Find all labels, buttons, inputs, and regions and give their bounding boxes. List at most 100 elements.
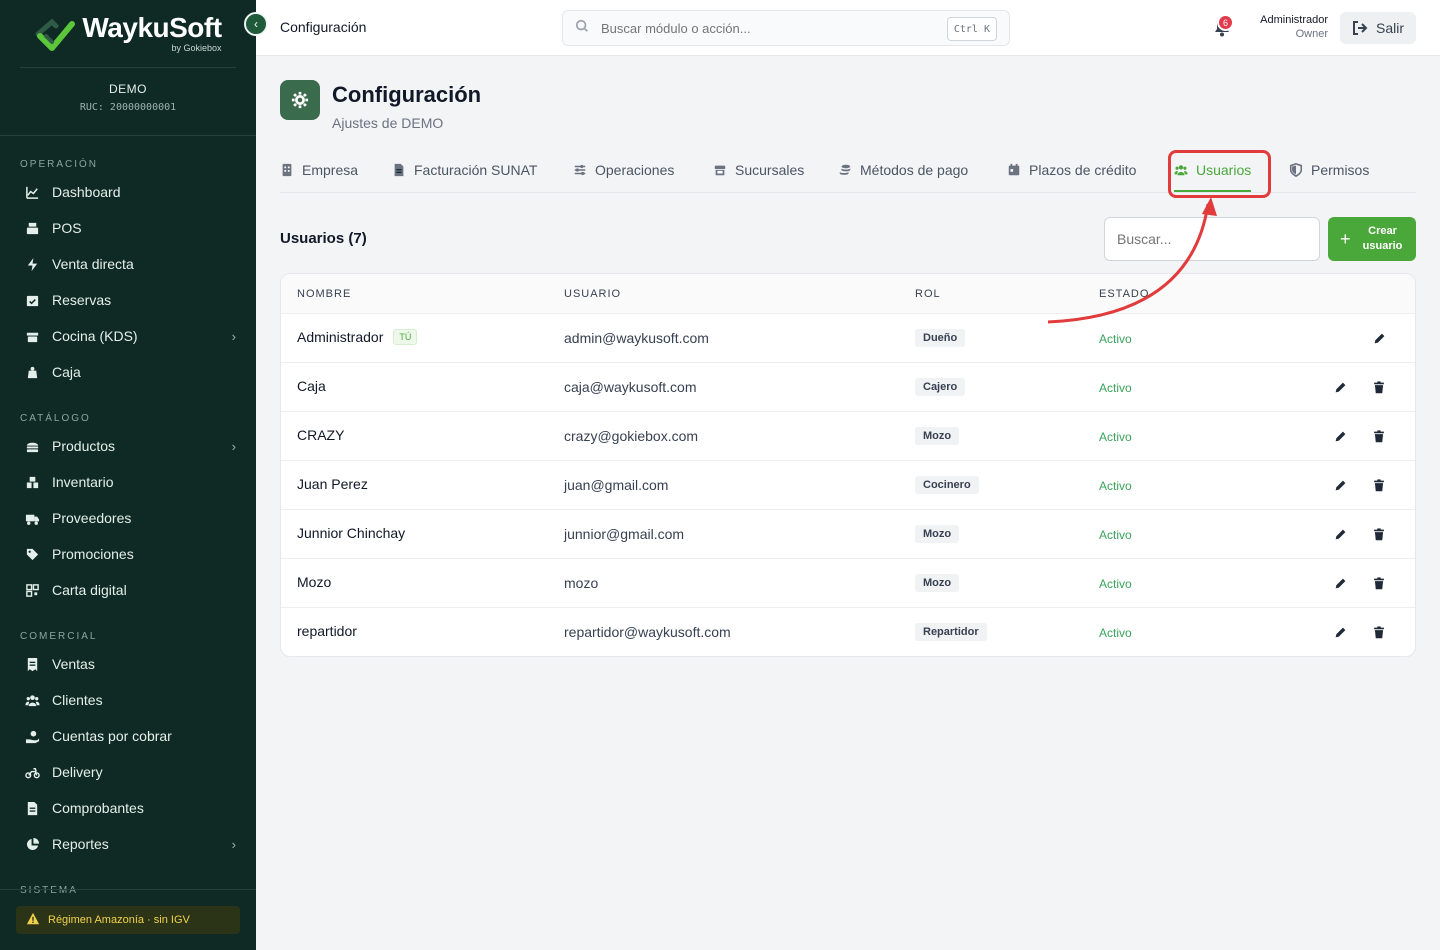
user-display-name: CRAZY [297,427,345,443]
tab-facturacion-sunat[interactable]: Facturación SUNAT [392,148,537,192]
sidebar-item-proveedores[interactable]: Proveedores [0,500,256,536]
user-menu[interactable]: Administrador Owner [1260,13,1328,42]
notification-count-badge: 6 [1217,14,1234,31]
main-content: Configuración Ajustes de DEMO Empresa Fac… [256,56,1440,950]
store-icon [713,163,727,177]
role-badge: Mozo [915,427,960,445]
trash-icon[interactable] [1371,428,1387,444]
status-text: Activo [1099,626,1132,640]
sidebar-item-pos[interactable]: POS [0,210,256,246]
sidebar-item-cuentas-por-cobrar[interactable]: Cuentas por cobrar [0,718,256,754]
tab-sucursales[interactable]: Sucursales [713,148,804,192]
table-row: Mozo mozo Mozo Activo [281,559,1415,608]
chevron-right-icon: › [231,836,236,852]
edit-icon[interactable] [1332,379,1348,395]
user-role: Owner [1295,28,1328,41]
collapse-sidebar-button[interactable]: ‹ [244,12,268,36]
status-text: Activo [1099,381,1132,395]
edit-icon[interactable] [1332,477,1348,493]
sidebar-item-ventas[interactable]: Ventas [0,646,256,682]
motorcycle-icon [24,764,40,780]
global-search[interactable]: Ctrl K [562,10,1010,46]
create-user-button[interactable]: + Crear usuario [1328,217,1416,261]
user-display-name: repartidor [297,623,357,639]
cash-register-icon [24,220,40,236]
trash-icon[interactable] [1371,379,1387,395]
user-login-cell: caja@waykusoft.com [564,379,697,395]
brand-logo[interactable]: WaykuSoft by Gokiebox [20,0,236,68]
pie-chart-icon [24,836,40,852]
edit-icon[interactable] [1332,624,1348,640]
sidebar-item-delivery[interactable]: Delivery [0,754,256,790]
sidebar-item-reservas[interactable]: Reservas [0,282,256,318]
sidebar-section-title: SISTEMA [20,885,78,896]
file-invoice-icon [392,163,406,177]
sidebar-item-label: Cuentas por cobrar [52,728,172,744]
user-login-cell: mozo [564,575,599,591]
calendar-check-icon [24,292,40,308]
logout-button[interactable]: Salir [1340,12,1416,44]
sidebar-item-label: Caja [52,364,81,380]
sidebar-item-label: Proveedores [52,510,132,526]
sidebar-item-label: Ventas [52,656,95,672]
trash-icon[interactable] [1371,526,1387,542]
boxes-icon [24,474,40,490]
edit-icon[interactable] [1332,526,1348,542]
sidebar-item-dashboard[interactable]: Dashboard [0,174,256,210]
sidebar-item-reportes[interactable]: Reportes › [0,826,256,862]
trash-icon[interactable] [1371,575,1387,591]
chevron-right-icon: › [231,328,236,344]
user-login-cell: crazy@gokiebox.com [564,428,699,444]
calendar-icon [1007,163,1021,177]
sidebar-item-promociones[interactable]: Promociones [0,536,256,572]
current-user-badge: TÚ [393,329,418,345]
users-table: NOMBRE USUARIO ROL ESTADO Administrador T… [280,273,1416,657]
sidebar-item-inventario[interactable]: Inventario [0,464,256,500]
qrcode-icon [24,582,40,598]
sidebar-divider [0,889,256,890]
edit-icon[interactable] [1371,330,1387,346]
global-search-input[interactable] [601,20,921,36]
cash-icon [24,364,40,380]
status-text: Activo [1099,332,1132,346]
sidebar-item-carta-digital[interactable]: Carta digital [0,572,256,608]
tab-operaciones[interactable]: Operaciones [573,148,674,192]
sidebar-nav: OPERACIÓN Dashboard POS Venta directa Reserv… [0,150,256,896]
user-display-name: Caja [297,378,326,394]
sidebar-item-label: Productos [52,438,116,454]
sidebar-item-caja[interactable]: Caja [0,354,256,390]
column-header-role: ROL [915,288,941,300]
kitchen-icon [24,328,40,344]
logout-label: Salir [1375,20,1404,36]
tab-empresa[interactable]: Empresa [280,148,358,192]
column-header-name: NOMBRE [297,288,352,300]
bolt-icon [24,256,40,272]
sidebar-item-label: Delivery [52,764,103,780]
tab-permisos[interactable]: Permisos [1289,148,1369,192]
trash-icon[interactable] [1371,624,1387,640]
sidebar-item-label: Reservas [52,292,112,308]
tab-plazos-de-credito[interactable]: Plazos de crédito [1007,148,1136,192]
user-name-cell: CRAZY [297,427,344,443]
trash-icon[interactable] [1371,477,1387,493]
settings-gear-icon [280,80,320,120]
edit-icon[interactable] [1332,428,1348,444]
hand-dollar-icon [24,728,40,744]
sidebar-item-productos[interactable]: Productos › [0,428,256,464]
status-text: Activo [1099,528,1132,542]
sidebar-item-venta-directa[interactable]: Venta directa [0,246,256,282]
table-row: Administrador TÚ admin@waykusoft.com Dueño A… [281,314,1415,363]
sidebar-item-clientes[interactable]: Clientes [0,682,256,718]
sidebar-item-cocina-kds[interactable]: Cocina (KDS) › [0,318,256,354]
edit-icon[interactable] [1332,575,1348,591]
user-name: Administrador [1260,14,1328,26]
user-name-cell: Administrador TÚ [297,329,418,345]
table-row: Caja caja@waykusoft.com Cajero Activo [281,363,1415,412]
role-badge: Repartidor [915,623,987,641]
tab-metodos-de-pago[interactable]: Métodos de pago [838,148,968,192]
table-row: Juan Perez juan@gmail.com Cocinero Activo [281,461,1415,510]
users-search-input[interactable] [1104,217,1320,261]
table-row: repartidor repartidor@waykusoft.com Repart… [281,608,1415,656]
burger-icon [24,438,40,454]
sidebar-item-comprobantes[interactable]: Comprobantes [0,790,256,826]
